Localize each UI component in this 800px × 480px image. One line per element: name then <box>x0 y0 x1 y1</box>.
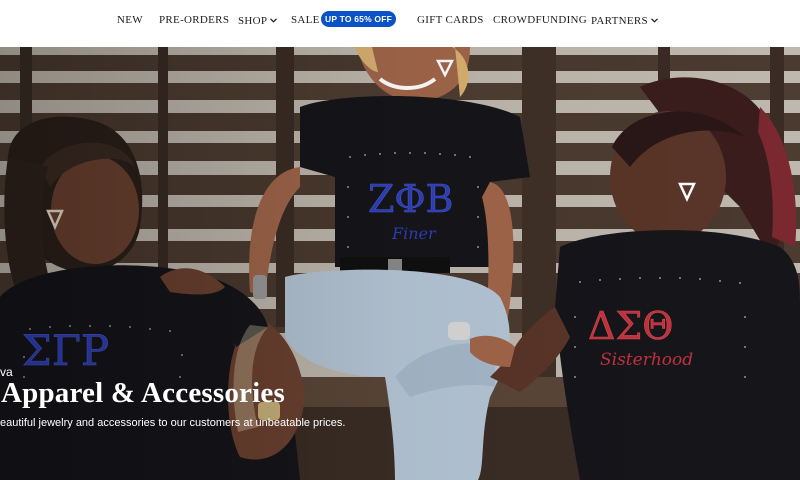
nav-link-crowdfunding-label: CROWDFUNDING <box>493 14 588 26</box>
nav-link-sale[interactable]: SALE <box>291 12 320 28</box>
nav-link-shop-label: SHOP <box>238 15 268 27</box>
nav-link-gift-cards[interactable]: GIFT CARDS <box>417 12 484 28</box>
nav-link-pre-orders[interactable]: PRE-ORDERS <box>159 12 229 28</box>
sale-discount-badge[interactable]: UP TO 65% OFF <box>321 11 396 27</box>
nav-link-partners-label: PARTNERS <box>591 15 648 27</box>
chevron-down-icon <box>651 12 658 28</box>
nav-link-gift-cards-label: GIFT CARDS <box>417 14 484 26</box>
hero-photo: ΣΓΡ ΖΦΒ Finer <box>0 47 800 480</box>
nav-link-new-label: NEW <box>117 14 143 26</box>
hero-banner[interactable]: ΣΓΡ ΖΦΒ Finer <box>0 47 800 480</box>
nav-link-crowdfunding[interactable]: CROWDFUNDING <box>493 12 587 28</box>
chevron-down-icon <box>270 12 278 28</box>
hero-title: Apparel & Accessories <box>1 377 285 409</box>
nav-link-partners[interactable]: PARTNERS <box>591 12 658 28</box>
nav-link-pre-orders-label: PRE-ORDERS <box>159 14 230 26</box>
top-navigation: NEW PRE-ORDERS SHOP SALE UP TO 65% OFF G… <box>0 0 800 47</box>
nav-link-sale-label: SALE <box>291 14 320 26</box>
nav-link-shop[interactable]: SHOP <box>238 12 278 28</box>
nav-link-new[interactable]: NEW <box>117 12 143 28</box>
hero-subtitle: eautiful jewelry and accessories to our … <box>0 417 346 429</box>
